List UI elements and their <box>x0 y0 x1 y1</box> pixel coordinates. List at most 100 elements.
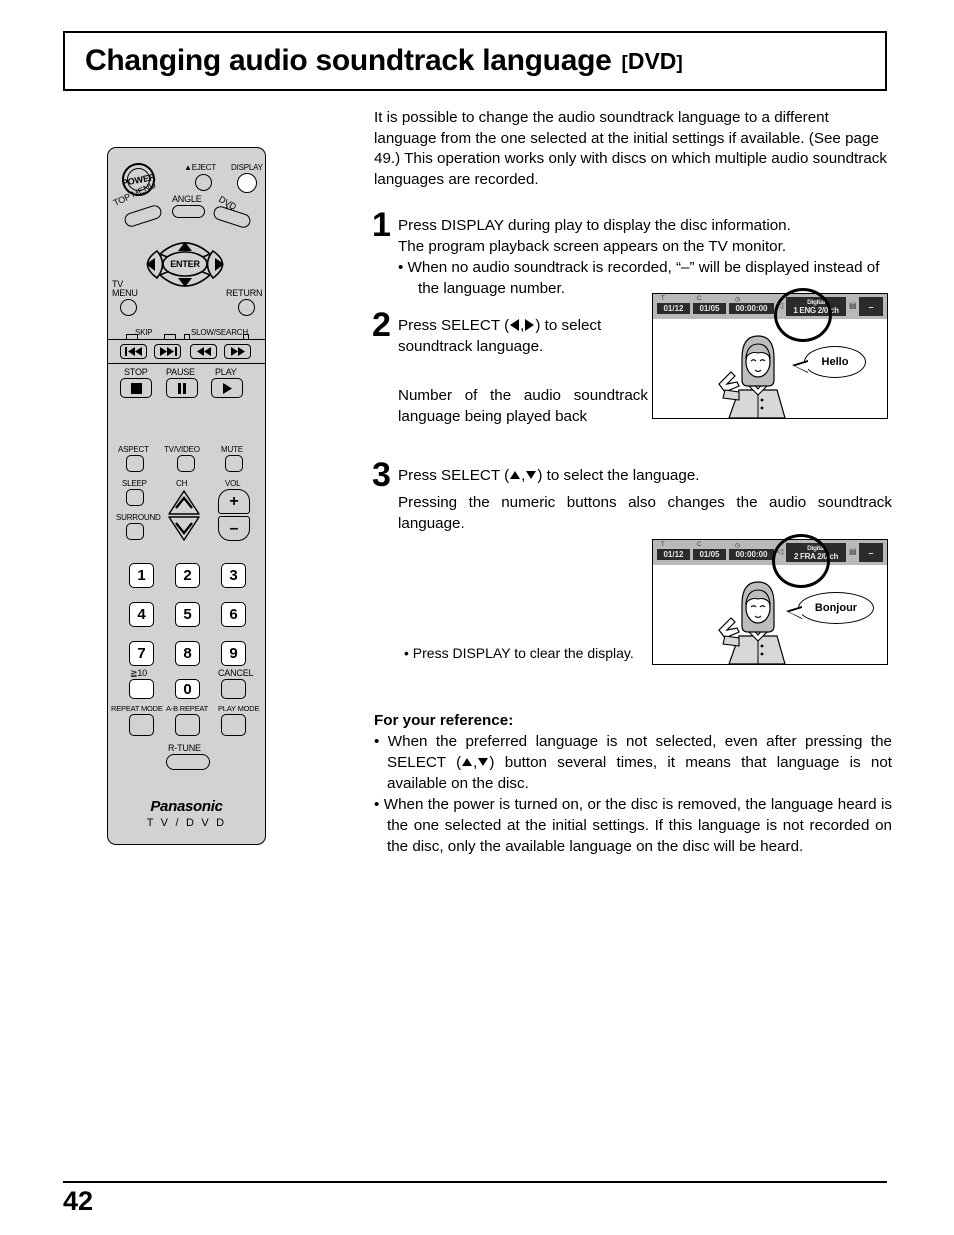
down-arrow-icon <box>478 758 489 767</box>
remote-control: POWER ▲EJECT DISPLAY ANGLE TOP MENU DVD … <box>107 147 266 845</box>
ab-repeat-button[interactable] <box>175 714 200 736</box>
down-arrow-icon <box>526 471 537 480</box>
step-2-body: Press SELECT (,) to select soundtrack la… <box>398 315 648 357</box>
number-button-3[interactable]: 3 <box>221 563 246 588</box>
number-button-2[interactable]: 2 <box>175 563 200 588</box>
osd-title-no-1: 01/12 <box>657 303 690 314</box>
slow-search-label: SLOW/SEARCH <box>191 328 248 337</box>
up-arrow-icon <box>510 470 521 479</box>
osd-title-no-2: 01/12 <box>657 549 690 560</box>
eject-icon: ▲ <box>184 163 192 172</box>
step-2-comma: , <box>520 317 525 334</box>
ref-1-select: SELECT ( <box>387 754 462 771</box>
repeat-mode-button[interactable] <box>129 714 154 736</box>
volume-up-button[interactable]: + <box>218 489 250 514</box>
eject-button[interactable] <box>195 174 212 191</box>
osd-time-2: 00:00:00 <box>729 549 774 560</box>
step-3-number: 3 <box>372 456 391 494</box>
person-illustration-1 <box>715 332 801 418</box>
up-arrow-icon <box>462 757 473 766</box>
r-tune-button[interactable] <box>166 754 210 770</box>
osd-audio-1: Digital 1 ENG 2/0 ch <box>786 297 846 316</box>
speech-bubble-text-2: Bonjour <box>814 602 858 614</box>
angle-button[interactable] <box>172 205 205 218</box>
play-mode-button[interactable] <box>221 714 246 736</box>
person-illustration-2 <box>715 578 801 664</box>
title-icon: T <box>661 296 665 302</box>
speech-bubble-tail-fill-2 <box>789 608 802 618</box>
display-label: DISPLAY <box>231 163 263 172</box>
skip-forward-button[interactable] <box>154 344 181 359</box>
tv-screen-2: T 01/12 C 01/05 ◷ 00:00:00 ◁ Digital 2 F… <box>652 539 888 665</box>
clock-icon: ◷ <box>735 543 741 549</box>
volume-down-button[interactable]: – <box>218 516 250 541</box>
slow-search-back-button[interactable] <box>190 344 217 359</box>
step-3-comma: , <box>521 467 526 484</box>
step-3-tail: ) to select the language. <box>537 467 700 484</box>
mute-button[interactable] <box>225 455 243 472</box>
step-3-lead: Press SELECT ( <box>398 467 510 484</box>
page-number: 42 <box>63 1186 94 1216</box>
step-2-note: Number of the audio soundtrack language … <box>398 387 648 425</box>
clock-icon: ◷ <box>735 297 741 303</box>
pause-button[interactable] <box>166 378 198 398</box>
speech-bubble-2: Bonjour <box>798 592 874 624</box>
number-button-0[interactable]: 0 <box>175 679 200 699</box>
surround-button[interactable] <box>126 523 144 540</box>
repeat-mode-label: REPEAT MODE <box>111 704 163 713</box>
title-icon: T <box>661 542 665 548</box>
play-button[interactable] <box>211 378 243 398</box>
step-1-line-1: Press DISPLAY during play to display the… <box>398 217 791 234</box>
number-button-8[interactable]: 8 <box>175 641 200 666</box>
tv-menu-button[interactable] <box>120 299 137 316</box>
osd-subtitle-1: – <box>859 297 883 316</box>
speaker-icon: ◁ <box>777 547 784 556</box>
transport-divider-bottom <box>108 363 265 364</box>
osd-bar-1: T 01/12 C 01/05 ◷ 00:00:00 ◁ Digital 1 E… <box>653 294 887 319</box>
volume-up-label: + <box>229 492 239 510</box>
number-button-4[interactable]: 4 <box>129 602 154 627</box>
slow-search-forward-button[interactable] <box>224 344 251 359</box>
aspect-label: ASPECT <box>118 445 149 454</box>
return-button[interactable] <box>238 299 255 316</box>
channel-down-button[interactable] <box>167 515 201 547</box>
transport-divider-top <box>108 339 265 340</box>
sleep-button[interactable] <box>126 489 144 506</box>
footer-divider <box>63 1181 887 1183</box>
number-button-5[interactable]: 5 <box>175 602 200 627</box>
play-label: PLAY <box>215 367 237 377</box>
stop-button[interactable] <box>120 378 152 398</box>
pause-label: PAUSE <box>166 367 195 377</box>
subtitle-icon: ▤ <box>849 547 857 556</box>
tv-video-button[interactable] <box>177 455 195 472</box>
number-button-7[interactable]: 7 <box>129 641 154 666</box>
ab-repeat-label: A-B REPEAT <box>166 704 209 713</box>
number-button-6[interactable]: 6 <box>221 602 246 627</box>
stop-label: STOP <box>124 367 148 377</box>
tag-text: DVD <box>627 47 677 74</box>
vol-label: VOL <box>225 479 241 488</box>
right-arrow-icon <box>525 319 535 332</box>
tv-video-label: TV/VIDEO <box>164 445 200 454</box>
intro-paragraph: It is possible to change the audio sound… <box>374 109 887 188</box>
number-button-1[interactable]: 1 <box>129 563 154 588</box>
step-2-number: 2 <box>372 306 391 344</box>
step-1-number: 1 <box>372 206 391 244</box>
page-title-bar: Changing audio soundtrack language [DVD] <box>63 31 887 91</box>
display-button[interactable] <box>237 173 257 193</box>
aspect-button[interactable] <box>126 455 144 472</box>
osd-subtitle-2: – <box>859 543 883 562</box>
ch-label: CH <box>176 479 188 488</box>
ten-plus-button[interactable] <box>129 679 154 699</box>
brand-logo: Panasonic T V / D V D <box>108 798 265 829</box>
tv-screen-1: T 01/12 C 01/05 ◷ 00:00:00 ◁ Digital 1 E… <box>652 293 888 419</box>
cancel-button[interactable] <box>221 679 246 699</box>
mute-label: MUTE <box>221 445 243 454</box>
speech-bubble-tail-fill-1 <box>795 362 808 372</box>
osd-audio-label-1: Digital <box>807 298 825 306</box>
number-button-9[interactable]: 9 <box>221 641 246 666</box>
skip-back-button[interactable] <box>120 344 147 359</box>
sleep-label: SLEEP <box>122 479 147 488</box>
direction-pad[interactable]: ENTER <box>130 224 240 304</box>
speaker-icon: ◁ <box>777 301 784 310</box>
